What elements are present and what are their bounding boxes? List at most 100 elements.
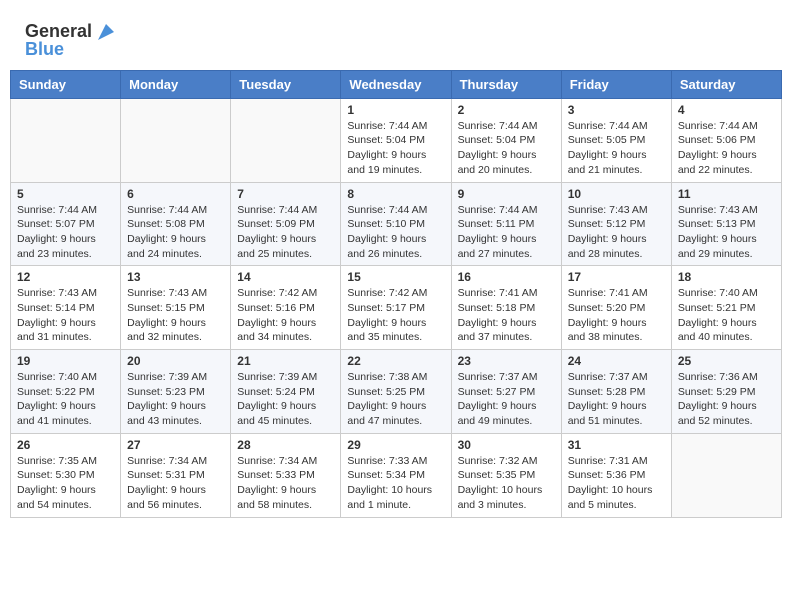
calendar-cell: 29 Sunrise: 7:33 AM Sunset: 5:34 PM Dayli… bbox=[341, 433, 451, 517]
day-info: Sunrise: 7:43 AM Sunset: 5:13 PM Dayligh… bbox=[678, 203, 775, 262]
calendar-cell: 25Sunrise: 7:36 AM Sunset: 5:29 PM Dayli… bbox=[671, 350, 781, 434]
day-info: Sunrise: 7:44 AM Sunset: 5:07 PM Dayligh… bbox=[17, 203, 114, 262]
column-header-friday: Friday bbox=[561, 70, 671, 98]
day-number: 5 bbox=[17, 187, 114, 201]
calendar-cell: 14 Sunrise: 7:42 AM Sunset: 5:16 PM Dayli… bbox=[231, 266, 341, 350]
day-info: Sunrise: 7:44 AM Sunset: 5:10 PM Dayligh… bbox=[347, 203, 444, 262]
calendar-cell: 19 Sunrise: 7:40 AM Sunset: 5:22 PM Dayli… bbox=[11, 350, 121, 434]
calendar-cell: 3 Sunrise: 7:44 AM Sunset: 5:05 PM Daylig… bbox=[561, 98, 671, 182]
day-info: Sunrise: 7:38 AM Sunset: 5:25 PM Dayligh… bbox=[347, 370, 444, 429]
calendar-cell: 20 Sunrise: 7:39 AM Sunset: 5:23 PM Dayli… bbox=[121, 350, 231, 434]
day-number: 12 bbox=[17, 270, 114, 284]
day-number: 14 bbox=[237, 270, 334, 284]
calendar-cell: 13Sunrise: 7:43 AM Sunset: 5:15 PM Dayli… bbox=[121, 266, 231, 350]
day-number: 17 bbox=[568, 270, 665, 284]
calendar-cell bbox=[11, 98, 121, 182]
day-info: Sunrise: 7:44 AM Sunset: 5:09 PM Dayligh… bbox=[237, 203, 334, 262]
day-info: Sunrise: 7:44 AM Sunset: 5:11 PM Dayligh… bbox=[458, 203, 555, 262]
day-number: 16 bbox=[458, 270, 555, 284]
day-number: 22 bbox=[347, 354, 444, 368]
calendar-week-row: 12 Sunrise: 7:43 AM Sunset: 5:14 PM Dayli… bbox=[11, 266, 782, 350]
day-info: Sunrise: 7:34 AM Sunset: 5:33 PM Dayligh… bbox=[237, 454, 334, 513]
day-info: Sunrise: 7:41 AM Sunset: 5:20 PM Dayligh… bbox=[568, 286, 665, 345]
day-number: 24 bbox=[568, 354, 665, 368]
column-header-saturday: Saturday bbox=[671, 70, 781, 98]
calendar-cell: 31 Sunrise: 7:31 AM Sunset: 5:36 PM Dayli… bbox=[561, 433, 671, 517]
calendar-cell: 24Sunrise: 7:37 AM Sunset: 5:28 PM Dayli… bbox=[561, 350, 671, 434]
day-number: 30 bbox=[458, 438, 555, 452]
calendar-cell bbox=[671, 433, 781, 517]
day-number: 6 bbox=[127, 187, 224, 201]
day-info: Sunrise: 7:44 AM Sunset: 5:06 PM Dayligh… bbox=[678, 119, 775, 178]
day-number: 2 bbox=[458, 103, 555, 117]
column-header-wednesday: Wednesday bbox=[341, 70, 451, 98]
calendar-cell: 15Sunrise: 7:42 AM Sunset: 5:17 PM Dayli… bbox=[341, 266, 451, 350]
day-number: 29 bbox=[347, 438, 444, 452]
calendar-cell: 8 Sunrise: 7:44 AM Sunset: 5:10 PM Daylig… bbox=[341, 182, 451, 266]
column-header-sunday: Sunday bbox=[11, 70, 121, 98]
calendar-week-row: 26Sunrise: 7:35 AM Sunset: 5:30 PM Dayli… bbox=[11, 433, 782, 517]
day-number: 19 bbox=[17, 354, 114, 368]
calendar-week-row: 1 Sunrise: 7:44 AM Sunset: 5:04 PM Daylig… bbox=[11, 98, 782, 182]
day-number: 23 bbox=[458, 354, 555, 368]
calendar-cell: 26Sunrise: 7:35 AM Sunset: 5:30 PM Dayli… bbox=[11, 433, 121, 517]
day-number: 11 bbox=[678, 187, 775, 201]
day-info: Sunrise: 7:32 AM Sunset: 5:35 PM Dayligh… bbox=[458, 454, 555, 513]
day-info: Sunrise: 7:42 AM Sunset: 5:16 PM Dayligh… bbox=[237, 286, 334, 345]
column-header-monday: Monday bbox=[121, 70, 231, 98]
day-number: 1 bbox=[347, 103, 444, 117]
day-info: Sunrise: 7:43 AM Sunset: 5:12 PM Dayligh… bbox=[568, 203, 665, 262]
day-number: 20 bbox=[127, 354, 224, 368]
day-number: 15 bbox=[347, 270, 444, 284]
day-info: Sunrise: 7:39 AM Sunset: 5:24 PM Dayligh… bbox=[237, 370, 334, 429]
day-number: 31 bbox=[568, 438, 665, 452]
calendar-cell: 5 Sunrise: 7:44 AM Sunset: 5:07 PM Daylig… bbox=[11, 182, 121, 266]
day-info: Sunrise: 7:44 AM Sunset: 5:05 PM Dayligh… bbox=[568, 119, 665, 178]
day-info: Sunrise: 7:43 AM Sunset: 5:14 PM Dayligh… bbox=[17, 286, 114, 345]
calendar-week-row: 19 Sunrise: 7:40 AM Sunset: 5:22 PM Dayli… bbox=[11, 350, 782, 434]
calendar-cell: 18 Sunrise: 7:40 AM Sunset: 5:21 PM Dayli… bbox=[671, 266, 781, 350]
logo-blue-text: Blue bbox=[25, 40, 64, 60]
calendar-cell: 4 Sunrise: 7:44 AM Sunset: 5:06 PM Daylig… bbox=[671, 98, 781, 182]
day-info: Sunrise: 7:39 AM Sunset: 5:23 PM Dayligh… bbox=[127, 370, 224, 429]
day-number: 10 bbox=[568, 187, 665, 201]
day-number: 27 bbox=[127, 438, 224, 452]
day-number: 4 bbox=[678, 103, 775, 117]
calendar-cell: 9 Sunrise: 7:44 AM Sunset: 5:11 PM Daylig… bbox=[451, 182, 561, 266]
calendar-week-row: 5 Sunrise: 7:44 AM Sunset: 5:07 PM Daylig… bbox=[11, 182, 782, 266]
day-number: 21 bbox=[237, 354, 334, 368]
column-header-thursday: Thursday bbox=[451, 70, 561, 98]
calendar-cell: 30 Sunrise: 7:32 AM Sunset: 5:35 PM Dayli… bbox=[451, 433, 561, 517]
calendar-cell: 1 Sunrise: 7:44 AM Sunset: 5:04 PM Daylig… bbox=[341, 98, 451, 182]
day-info: Sunrise: 7:44 AM Sunset: 5:04 PM Dayligh… bbox=[347, 119, 444, 178]
calendar-cell: 16 Sunrise: 7:41 AM Sunset: 5:18 PM Dayli… bbox=[451, 266, 561, 350]
column-header-tuesday: Tuesday bbox=[231, 70, 341, 98]
day-number: 9 bbox=[458, 187, 555, 201]
day-info: Sunrise: 7:31 AM Sunset: 5:36 PM Dayligh… bbox=[568, 454, 665, 513]
day-number: 28 bbox=[237, 438, 334, 452]
calendar-cell: 21 Sunrise: 7:39 AM Sunset: 5:24 PM Dayli… bbox=[231, 350, 341, 434]
day-info: Sunrise: 7:44 AM Sunset: 5:08 PM Dayligh… bbox=[127, 203, 224, 262]
calendar-header-row: SundayMondayTuesdayWednesdayThursdayFrid… bbox=[11, 70, 782, 98]
day-info: Sunrise: 7:33 AM Sunset: 5:34 PM Dayligh… bbox=[347, 454, 444, 513]
calendar-cell: 11 Sunrise: 7:43 AM Sunset: 5:13 PM Dayli… bbox=[671, 182, 781, 266]
day-number: 18 bbox=[678, 270, 775, 284]
day-number: 13 bbox=[127, 270, 224, 284]
day-number: 26 bbox=[17, 438, 114, 452]
calendar-cell: 22 Sunrise: 7:38 AM Sunset: 5:25 PM Dayli… bbox=[341, 350, 451, 434]
calendar-cell bbox=[231, 98, 341, 182]
day-info: Sunrise: 7:41 AM Sunset: 5:18 PM Dayligh… bbox=[458, 286, 555, 345]
day-number: 8 bbox=[347, 187, 444, 201]
calendar-cell: 17 Sunrise: 7:41 AM Sunset: 5:20 PM Dayli… bbox=[561, 266, 671, 350]
calendar-cell: 27Sunrise: 7:34 AM Sunset: 5:31 PM Dayli… bbox=[121, 433, 231, 517]
page-header: General Blue bbox=[10, 10, 782, 65]
calendar-cell: 28 Sunrise: 7:34 AM Sunset: 5:33 PM Dayli… bbox=[231, 433, 341, 517]
day-info: Sunrise: 7:40 AM Sunset: 5:21 PM Dayligh… bbox=[678, 286, 775, 345]
day-number: 3 bbox=[568, 103, 665, 117]
calendar-cell: 23Sunrise: 7:37 AM Sunset: 5:27 PM Dayli… bbox=[451, 350, 561, 434]
calendar-cell: 2 Sunrise: 7:44 AM Sunset: 5:04 PM Daylig… bbox=[451, 98, 561, 182]
logo-icon bbox=[94, 20, 118, 44]
day-info: Sunrise: 7:44 AM Sunset: 5:04 PM Dayligh… bbox=[458, 119, 555, 178]
calendar-cell bbox=[121, 98, 231, 182]
day-info: Sunrise: 7:40 AM Sunset: 5:22 PM Dayligh… bbox=[17, 370, 114, 429]
